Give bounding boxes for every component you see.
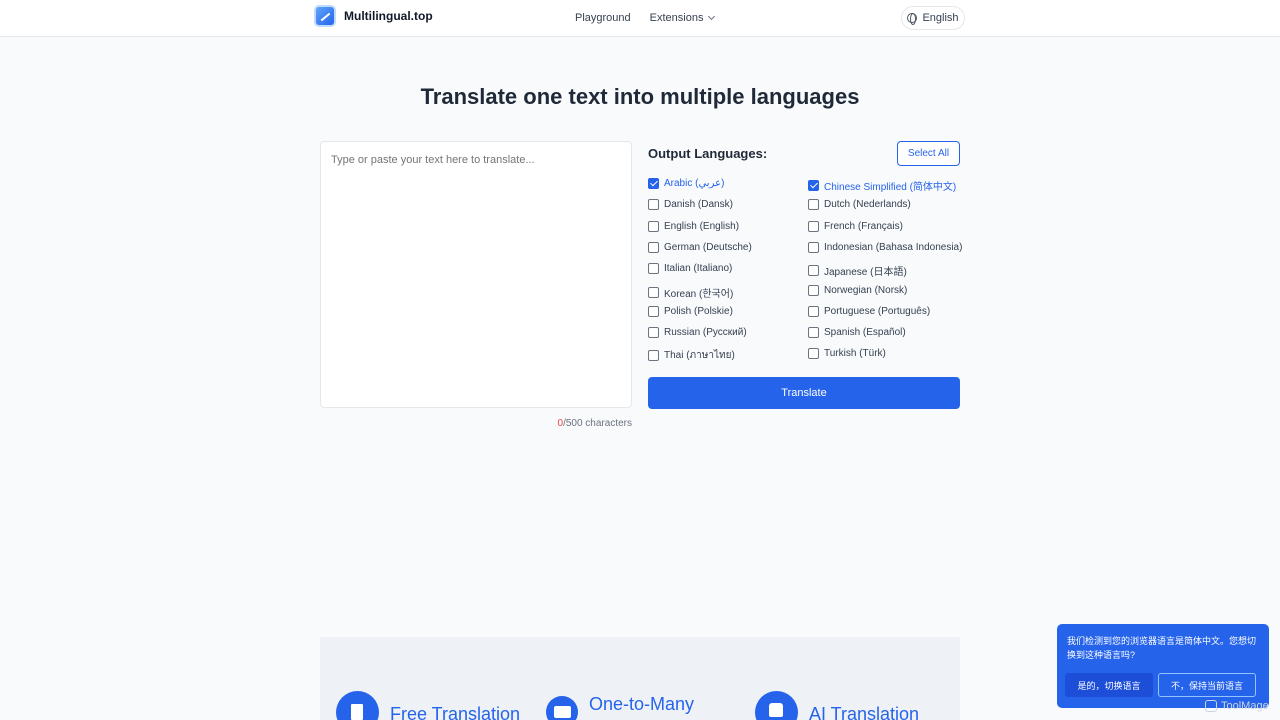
feature-title: One-to-Many (589, 694, 695, 714)
nav-extensions-label: Extensions (649, 12, 704, 24)
language-checkbox[interactable] (808, 348, 819, 360)
feature-one-to-many: One-to-Many (546, 694, 695, 720)
translate-button[interactable]: Translate (648, 377, 960, 409)
features-section: Free Translation One-to-Many AI Translat… (320, 637, 960, 720)
nav-extensions[interactable]: Extensions (649, 12, 716, 24)
language-option[interactable]: Arabic (عربي) (648, 178, 724, 189)
logo[interactable]: Multilingual.top (314, 5, 433, 27)
language-checkbox[interactable] (808, 284, 819, 296)
source-text-input[interactable] (320, 141, 632, 408)
top-header: Multilingual.top Playground Extensions E… (0, 0, 1280, 37)
language-checkbox[interactable] (648, 199, 659, 211)
feature-title: Free Translation (390, 704, 521, 720)
toast-message: 我们检测到您的浏览器语言是简体中文。您想切换到这种语言吗? (1067, 636, 1257, 660)
language-label: Indonesian (Bahasa Indonesia) (824, 241, 963, 253)
language-option[interactable]: Polish (Polskie) (648, 305, 733, 317)
language-option[interactable]: English (English) (648, 220, 740, 232)
language-label: Italian (Italiano) (664, 263, 733, 275)
language-label: Danish (Dansk) (664, 199, 733, 211)
language-label: Portuguese (Português) (824, 305, 931, 317)
language-option[interactable]: Chinese Simplified (简体中文) (808, 178, 956, 193)
switch-language-button[interactable]: 是的，切换语言 (1065, 673, 1153, 697)
watermark-text: ToolMage (1221, 700, 1269, 712)
language-label: Turkish (Türk) (824, 348, 886, 360)
language-checkbox[interactable] (648, 178, 659, 189)
language-checkbox[interactable] (648, 286, 659, 298)
language-option[interactable]: French (Français) (808, 220, 903, 232)
language-option[interactable]: Korean (한국어) (648, 285, 733, 300)
thumbs-up-icon (755, 691, 798, 720)
language-label: Dutch (Nederlands) (824, 199, 911, 211)
folder-icon (546, 696, 578, 720)
language-switcher[interactable]: English (901, 6, 965, 30)
language-option[interactable]: Norwegian (Norsk) (808, 284, 908, 296)
logo-text: Multilingual.top (344, 9, 433, 23)
language-checkbox[interactable] (648, 350, 659, 362)
language-label: Chinese Simplified (简体中文) (824, 182, 957, 193)
language-label: Japanese (日本語) (824, 267, 907, 279)
language-checkbox[interactable] (808, 199, 819, 211)
watermark: ToolMage (1205, 700, 1269, 712)
character-counter: 0/500 characters (320, 418, 633, 429)
language-label: Russian (Русский) (664, 327, 747, 339)
language-option[interactable]: Russian (Русский) (648, 327, 747, 339)
language-switcher-label: English (922, 12, 959, 24)
feature-free-translation: Free Translation (336, 691, 520, 720)
language-option[interactable]: Thai (ภาษาไทย) (648, 348, 735, 363)
language-label: Norwegian (Norsk) (824, 284, 908, 296)
language-checkbox[interactable] (808, 220, 819, 232)
language-label: English (English) (664, 220, 740, 232)
language-option[interactable]: Japanese (日本語) (808, 263, 907, 278)
language-checkbox[interactable] (808, 327, 819, 339)
language-option[interactable]: Turkish (Türk) (808, 348, 886, 360)
language-checkbox[interactable] (648, 305, 659, 317)
select-all-button[interactable]: Select All (897, 141, 960, 166)
keep-language-button[interactable]: 不，保持当前语言 (1158, 673, 1256, 697)
language-option[interactable]: Indonesian (Bahasa Indonesia) (808, 241, 963, 253)
language-option[interactable]: German (Deutsche) (648, 241, 752, 253)
output-languages-title: Output Languages: (648, 146, 768, 161)
language-checkbox[interactable] (808, 305, 819, 317)
language-label: German (Deutsche) (664, 241, 752, 253)
watermark-icon (1205, 700, 1217, 712)
language-label: Arabic (عربي) (664, 178, 725, 189)
language-option[interactable]: Spanish (Español) (808, 327, 906, 339)
language-checkbox[interactable] (808, 180, 819, 191)
language-label: Thai (ภาษาไทย) (664, 350, 735, 362)
language-suggestion-toast: 我们检测到您的浏览器语言是简体中文。您想切换到这种语言吗? 是的，切换语言 不，… (1057, 624, 1269, 708)
feature-title: AI Translation (809, 704, 920, 720)
page-title: Translate one text into multiple languag… (420, 84, 860, 109)
language-label: French (Français) (824, 220, 903, 232)
document-icon (336, 691, 379, 720)
main-nav: Playground Extensions (575, 12, 716, 24)
logo-icon (314, 5, 336, 27)
language-label: Korean (한국어) (664, 288, 734, 300)
language-option[interactable]: Portuguese (Português) (808, 305, 931, 317)
language-option[interactable]: Italian (Italiano) (648, 263, 733, 275)
nav-playground[interactable]: Playground (575, 12, 631, 24)
language-checkbox[interactable] (648, 327, 659, 339)
chevron-down-icon (708, 12, 716, 21)
language-checkbox[interactable] (648, 241, 659, 253)
language-checkbox[interactable] (808, 265, 819, 277)
language-checkbox[interactable] (648, 263, 659, 275)
feature-ai-translation: AI Translation (755, 691, 919, 720)
character-count-suffix: /500 characters (563, 418, 632, 429)
language-label: Polish (Polskie) (664, 305, 733, 317)
language-option[interactable]: Dutch (Nederlands) (808, 199, 911, 211)
language-label: Spanish (Español) (824, 327, 906, 339)
globe-icon (907, 13, 918, 25)
language-option[interactable]: Danish (Dansk) (648, 199, 733, 211)
language-checkbox[interactable] (648, 220, 659, 232)
language-checkbox[interactable] (808, 241, 819, 253)
